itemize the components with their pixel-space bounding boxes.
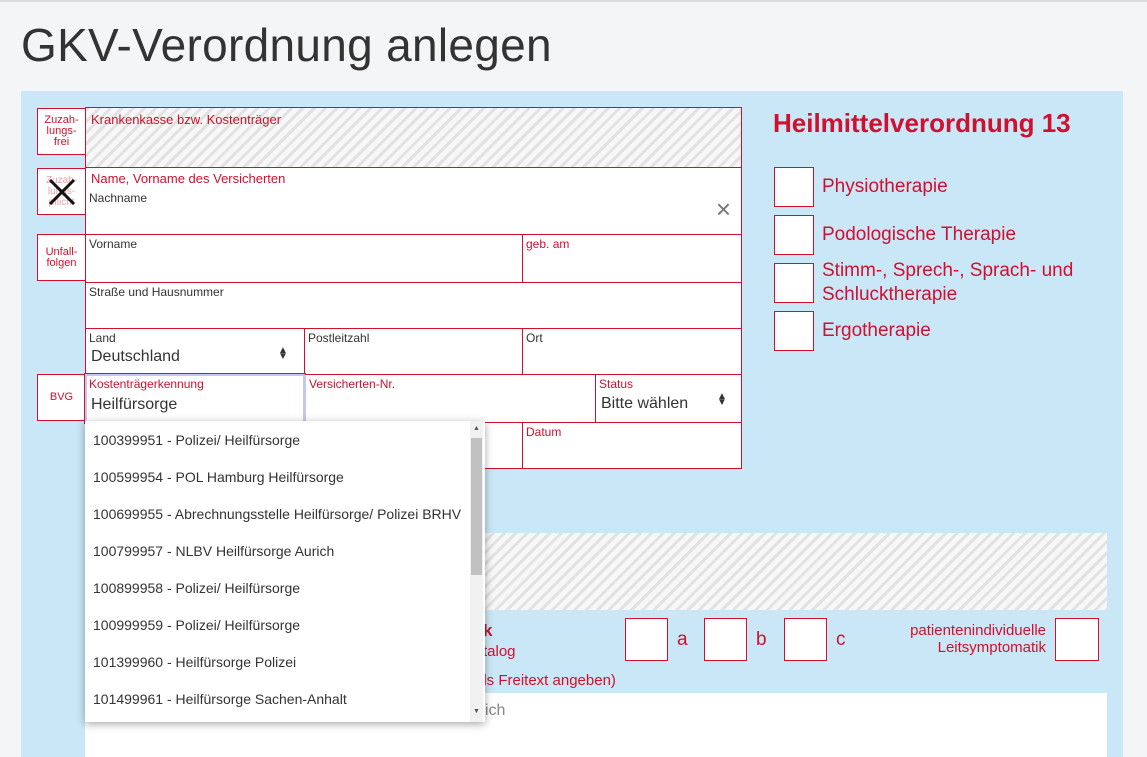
- unfallfolgen-checkbox[interactable]: Unfall- folgen: [37, 234, 86, 281]
- checked-x-icon: [48, 178, 76, 206]
- strasse-field[interactable]: Straße und Hausnummer: [85, 282, 742, 329]
- dropdown-scrollbar[interactable]: ▲ ▼: [470, 421, 483, 722]
- vorname-label: Vorname: [89, 237, 138, 251]
- scroll-up-icon[interactable]: ▲: [473, 425, 480, 432]
- dropdown-option[interactable]: 101499961 - Heilfürsorge Sachen-Anhalt: [93, 691, 347, 707]
- dropdown-option[interactable]: 100999959 - Polizei/ Heilfürsorge: [93, 617, 300, 633]
- leitsymptomatik-checkbox[interactable]: [1055, 618, 1099, 661]
- datum-label: Datum: [526, 425, 562, 439]
- podologie-checkbox[interactable]: [774, 215, 814, 255]
- status-label: Status: [599, 377, 634, 391]
- land-label: Land: [89, 331, 116, 345]
- freitext-hint: als Freitext angeben): [475, 672, 616, 689]
- physiotherapie-checkbox[interactable]: [774, 167, 814, 207]
- zuzahlungsfrei-checkbox[interactable]: Zuzah- lungs- frei: [37, 108, 86, 155]
- ergotherapie-checkbox[interactable]: [774, 311, 814, 351]
- vorname-field[interactable]: Vorname: [85, 234, 523, 283]
- dropdown-option[interactable]: 100699955 - Abrechnungsstelle Heilfürsor…: [93, 506, 461, 522]
- stimmtherapie-label: Stimm-, Sprech-, Sprach- und Schluckther…: [822, 260, 1074, 305]
- scroll-down-icon[interactable]: ▼: [473, 708, 480, 715]
- kostentraeger-dropdown[interactable]: 100399951 - Polizei/ Heilfürsorge 100599…: [85, 421, 485, 722]
- dropdown-option[interactable]: 100799957 - NLBV Heilfürsorge Aurich: [93, 543, 334, 559]
- textarea-placeholder: ich: [485, 702, 506, 719]
- krankenkasse-label: Krankenkasse bzw. Kostenträger: [91, 112, 282, 127]
- checkbox-a[interactable]: [625, 618, 668, 661]
- physiotherapie-label: Physiotherapie: [822, 176, 948, 197]
- patient-label: patientenindividuelle Leitsymptomatik: [860, 622, 1046, 656]
- podologie-label: Podologische Therapie: [822, 224, 1017, 245]
- dropdown-option[interactable]: 100599954 - POL Hamburg Heilfürsorge: [93, 469, 344, 485]
- heilmittel-title: Heilmittelverordnung 13: [773, 108, 1071, 138]
- checkbox-b[interactable]: [704, 618, 747, 661]
- geburtsdatum-label: geb. am: [526, 237, 570, 251]
- select-arrows-icon: ▲ ▼: [278, 345, 288, 362]
- land-value: Deutschland: [91, 348, 180, 365]
- kostentraegerkennung-value: Heilfürsorge: [91, 396, 178, 413]
- status-select[interactable]: Status Bitte wählen ▲ ▼: [595, 374, 742, 423]
- checkbox-c[interactable]: [784, 618, 827, 661]
- ort-label: Ort: [526, 331, 543, 345]
- versicherter-label: Name, Vorname des Versicherten: [91, 171, 286, 186]
- label-a: a: [677, 629, 688, 650]
- ergotherapie-label: Ergotherapie: [822, 320, 931, 341]
- versicherten-nr-label: Versicherten-Nr.: [309, 377, 396, 391]
- patient-label-line1: patientenindividuelle: [910, 622, 1046, 639]
- hatched-section: [480, 533, 1107, 610]
- ort-field[interactable]: Ort: [522, 328, 742, 375]
- strasse-label: Straße und Hausnummer: [89, 285, 224, 299]
- patient-label-line2: Leitsymptomatik: [937, 639, 1046, 656]
- clear-icon[interactable]: ×: [716, 196, 731, 222]
- nachname-field[interactable]: Name, Vorname des Versicherten Nachname …: [85, 167, 742, 235]
- bvg-checkbox[interactable]: BVG: [37, 374, 86, 421]
- top-border: [0, 0, 1147, 2]
- krankenkasse-field[interactable]: Krankenkasse bzw. Kostenträger: [85, 107, 742, 168]
- kostentraegerkennung-input[interactable]: Kostenträgerkennung Heilfürsorge: [84, 373, 306, 424]
- versicherten-nr-field[interactable]: Versicherten-Nr.: [304, 374, 596, 423]
- kostentraegerkennung-label: Kostenträgerkennung: [89, 377, 204, 391]
- postleitzahl-field[interactable]: Postleitzahl: [304, 328, 523, 375]
- zuzahlungspflicht-checkbox[interactable]: Zuzah- lungs- pflicht: [37, 168, 86, 215]
- status-value: Bitte wählen: [601, 395, 689, 412]
- stimmtherapie-checkbox[interactable]: [774, 263, 814, 303]
- datum-field[interactable]: Datum: [522, 422, 742, 469]
- dropdown-option[interactable]: 100399951 - Polizei/ Heilfürsorge: [93, 432, 300, 448]
- land-select[interactable]: Land Deutschland ▲ ▼: [85, 328, 305, 375]
- partial-catalog-label: talog: [483, 643, 516, 660]
- nachname-label: Nachname: [89, 191, 148, 205]
- dropdown-option[interactable]: 101399960 - Heilfürsorge Polizei: [93, 654, 296, 670]
- label-b: b: [756, 629, 767, 650]
- select-arrows-icon: ▲ ▼: [717, 391, 727, 408]
- dropdown-option[interactable]: 100899958 - Polizei/ Heilfürsorge: [93, 580, 300, 596]
- geburtsdatum-field[interactable]: geb. am: [522, 234, 742, 283]
- postleitzahl-label: Postleitzahl: [308, 331, 370, 345]
- scrollbar-thumb[interactable]: [471, 438, 482, 575]
- label-c: c: [836, 629, 846, 650]
- page-title: GKV-Verordnung anlegen: [21, 19, 552, 71]
